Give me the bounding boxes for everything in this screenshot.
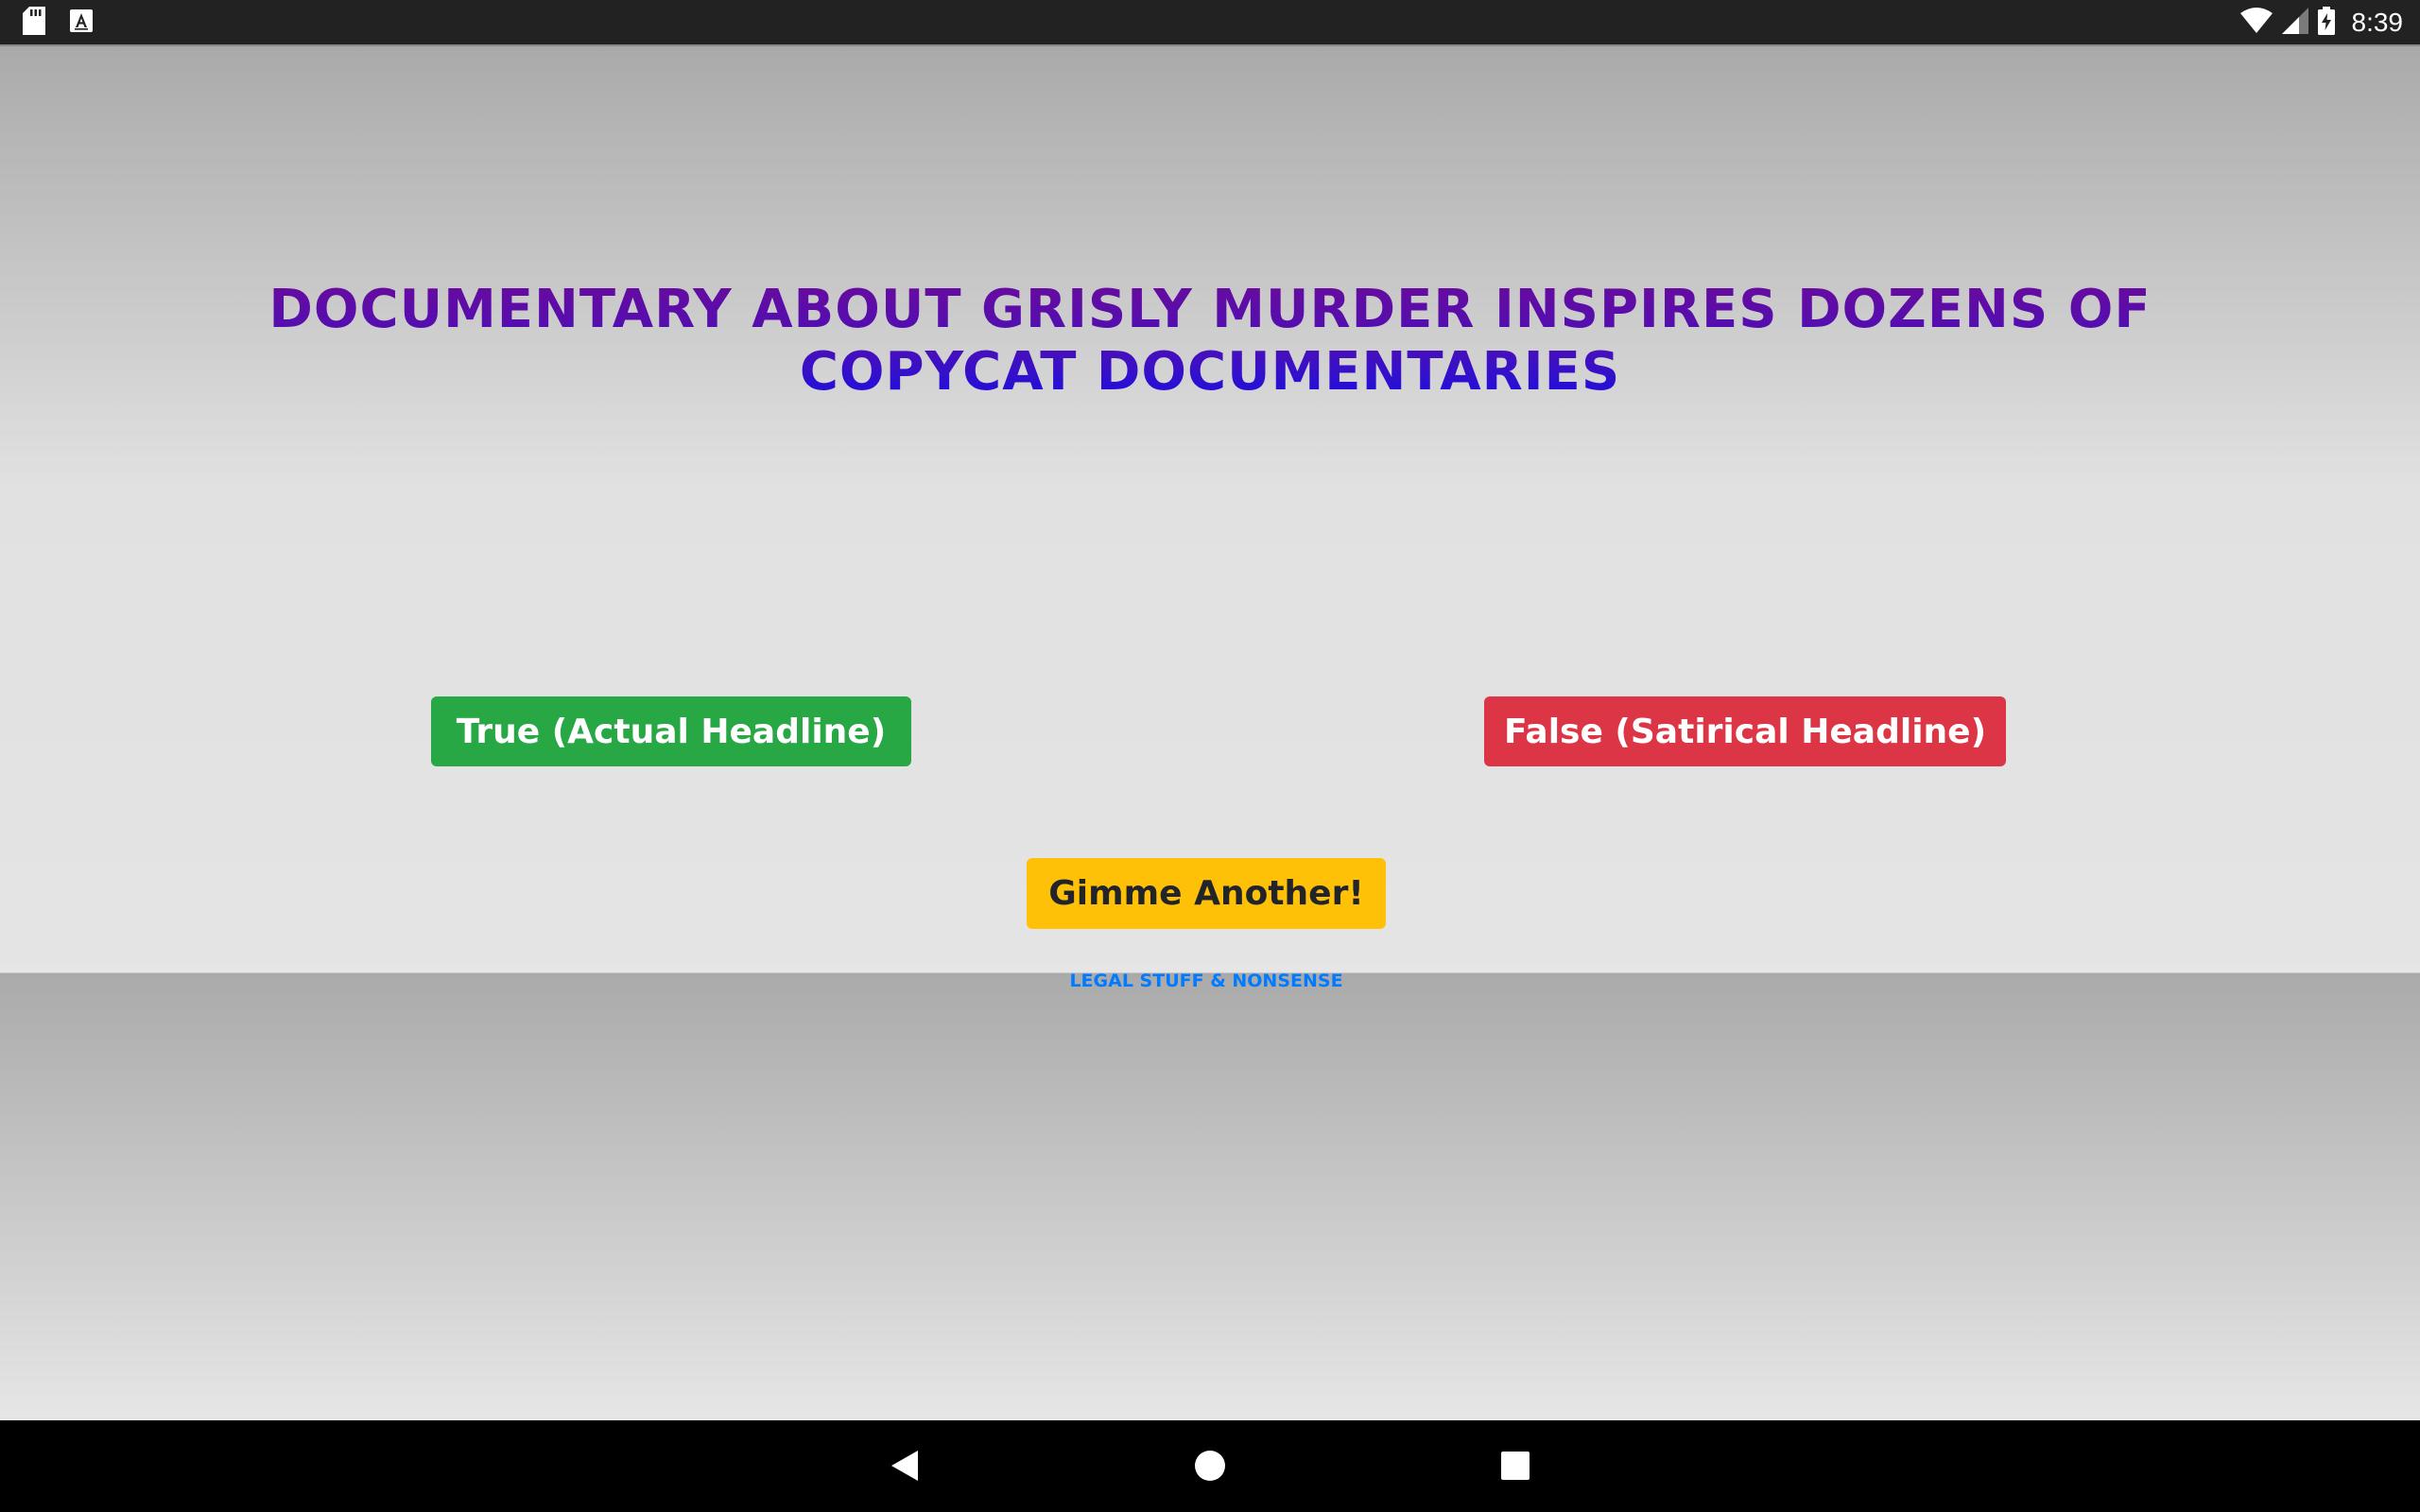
recents-square-icon[interactable] (1496, 1447, 1534, 1485)
sd-card-icon (23, 7, 45, 39)
cell-signal-icon (2281, 8, 2308, 38)
text-a-icon (70, 9, 93, 36)
wifi-icon (2239, 8, 2273, 38)
true-actual-headline-button[interactable]: True (Actual Headline) (431, 696, 911, 766)
legal-stuff-link[interactable]: LEGAL STUFF & NONSENSE (1021, 971, 1392, 991)
quiz-panel: Documentary About Grisly Murder Inspires… (0, 46, 2420, 963)
app-viewport: Documentary About Grisly Murder Inspires… (0, 46, 2420, 1420)
status-right-icons: 8:39 (2239, 6, 2404, 40)
status-clock: 8:39 (2351, 8, 2404, 37)
back-triangle-icon[interactable] (886, 1447, 924, 1485)
home-circle-icon[interactable] (1191, 1447, 1229, 1485)
status-bar: 8:39 (0, 0, 2420, 46)
navigation-bar (0, 1420, 2420, 1512)
gimme-another-button[interactable]: Gimme Another! (1027, 858, 1386, 929)
battery-charging-icon (2317, 7, 2335, 39)
status-left-icons (23, 7, 93, 39)
headline-text: Documentary About Grisly Murder Inspires… (170, 279, 2250, 404)
false-satirical-headline-button[interactable]: False (Satirical Headline) (1484, 696, 2006, 766)
